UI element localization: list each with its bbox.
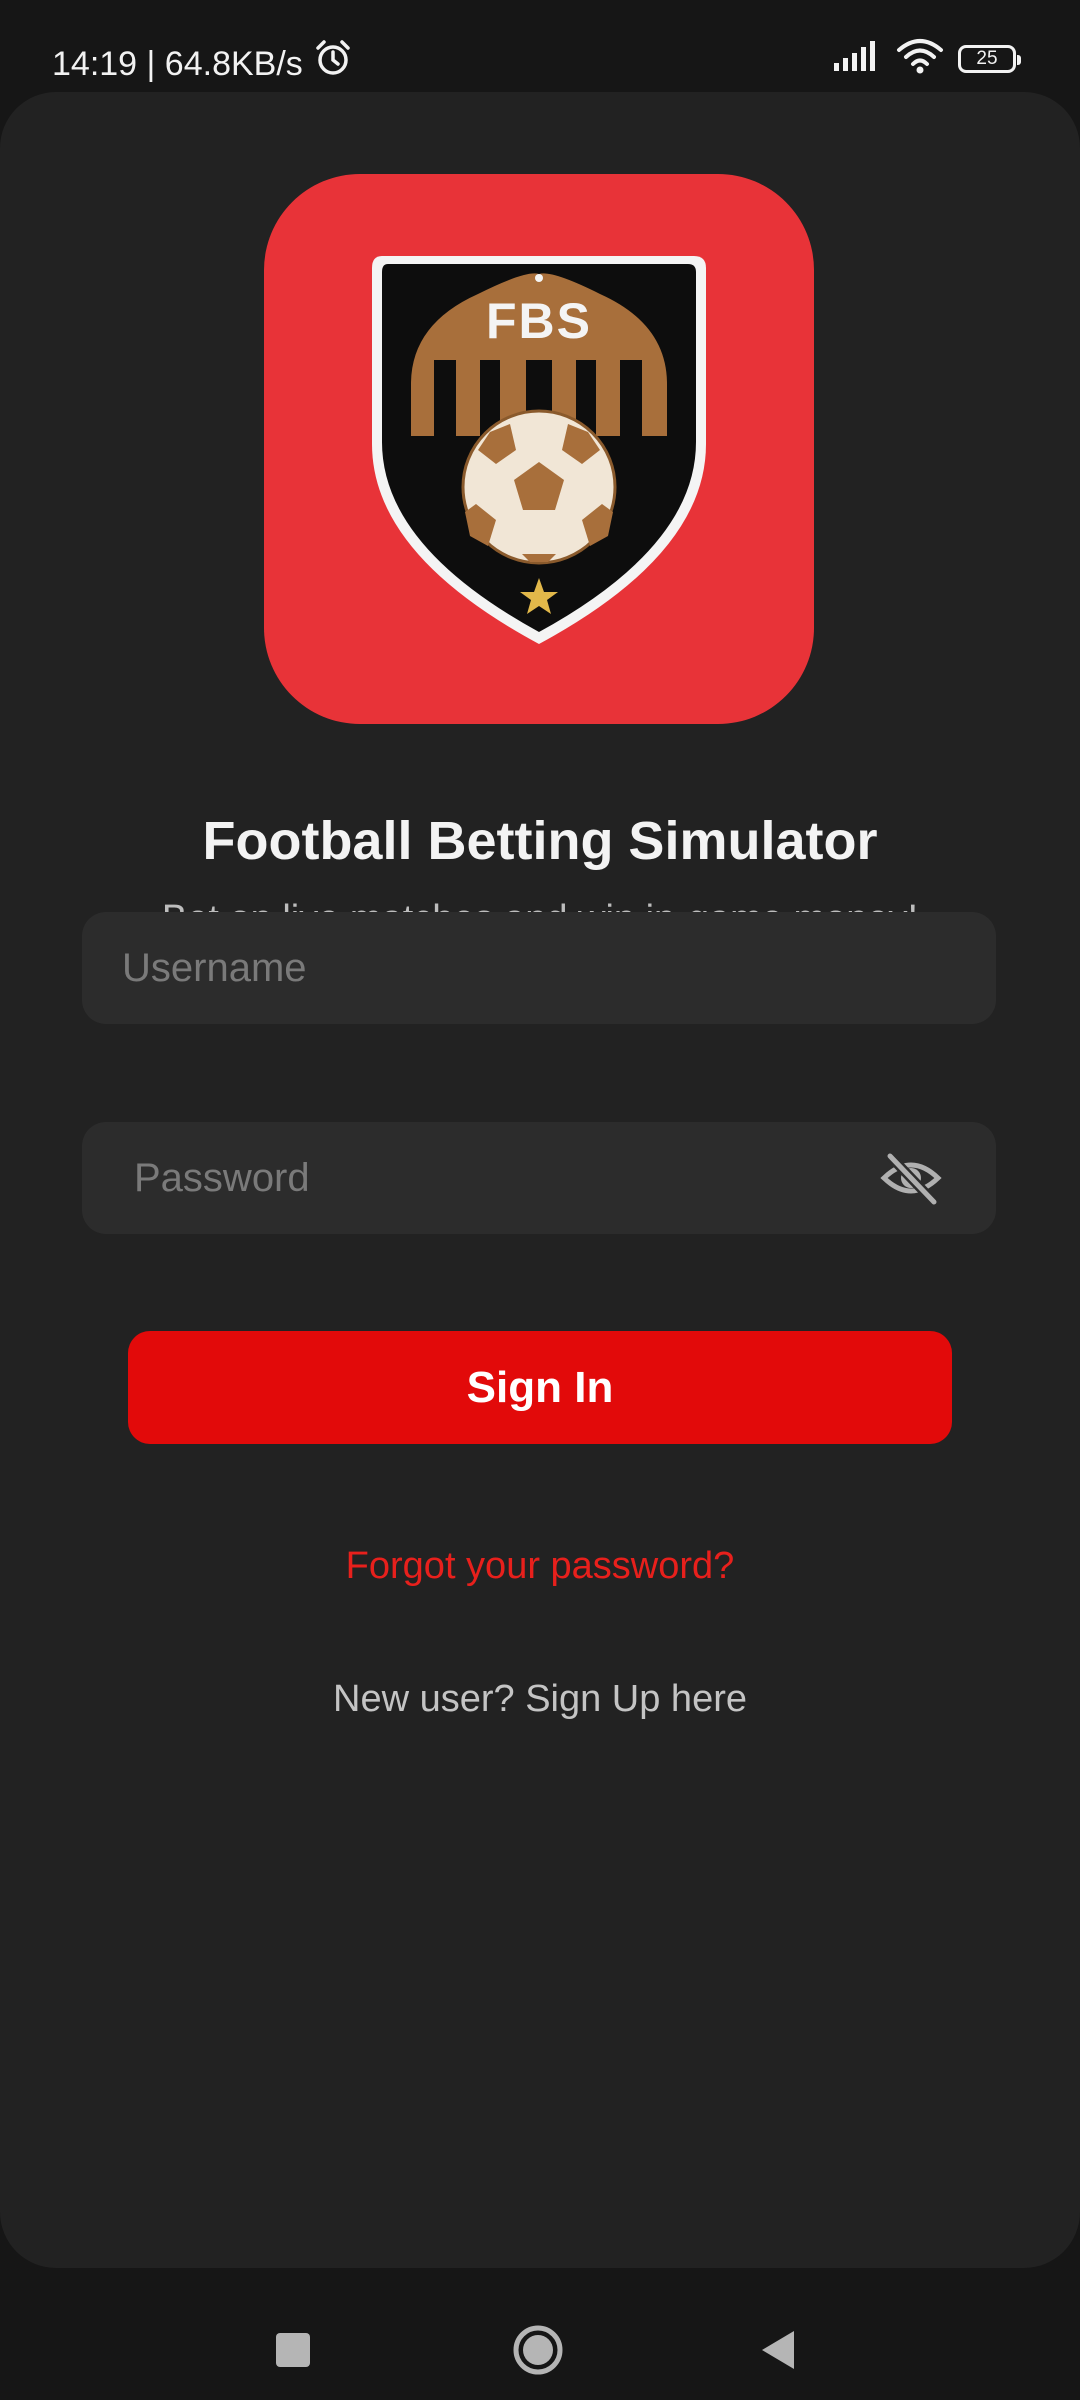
battery-icon: 25 <box>958 44 1021 73</box>
status-bar: 14:19 | 64.8KB/s 25 <box>0 0 1080 92</box>
forgot-password-link[interactable]: Forgot your password? <box>0 1545 1080 1588</box>
username-input[interactable] <box>82 912 996 1024</box>
signal-icon <box>832 39 882 78</box>
password-input[interactable] <box>82 1122 996 1234</box>
navigation-bar <box>0 2268 1080 2400</box>
username-field[interactable] <box>82 912 996 1024</box>
wifi-icon <box>896 38 944 79</box>
eye-off-icon[interactable] <box>880 1148 942 1208</box>
back-icon[interactable] <box>760 2329 796 2371</box>
app-logo: FBS <box>264 174 814 724</box>
sign-up-link[interactable]: New user? Sign Up here <box>0 1678 1080 1721</box>
password-field[interactable] <box>82 1122 996 1234</box>
recent-apps-icon[interactable] <box>276 2333 310 2367</box>
logo-text: FBS <box>486 293 592 349</box>
fbs-crest-icon <box>372 256 706 644</box>
status-time-speed: 14:19 | 64.8KB/s <box>52 44 303 83</box>
app-title: Football Betting Simulator <box>202 811 878 871</box>
status-right: 25 <box>832 38 1021 79</box>
sign-in-button[interactable]: Sign In <box>128 1331 952 1444</box>
battery-level: 25 <box>976 47 998 69</box>
status-left: 14:19 | 64.8KB/s <box>52 38 353 89</box>
alarm-icon <box>313 38 353 89</box>
home-icon[interactable] <box>512 2324 564 2376</box>
